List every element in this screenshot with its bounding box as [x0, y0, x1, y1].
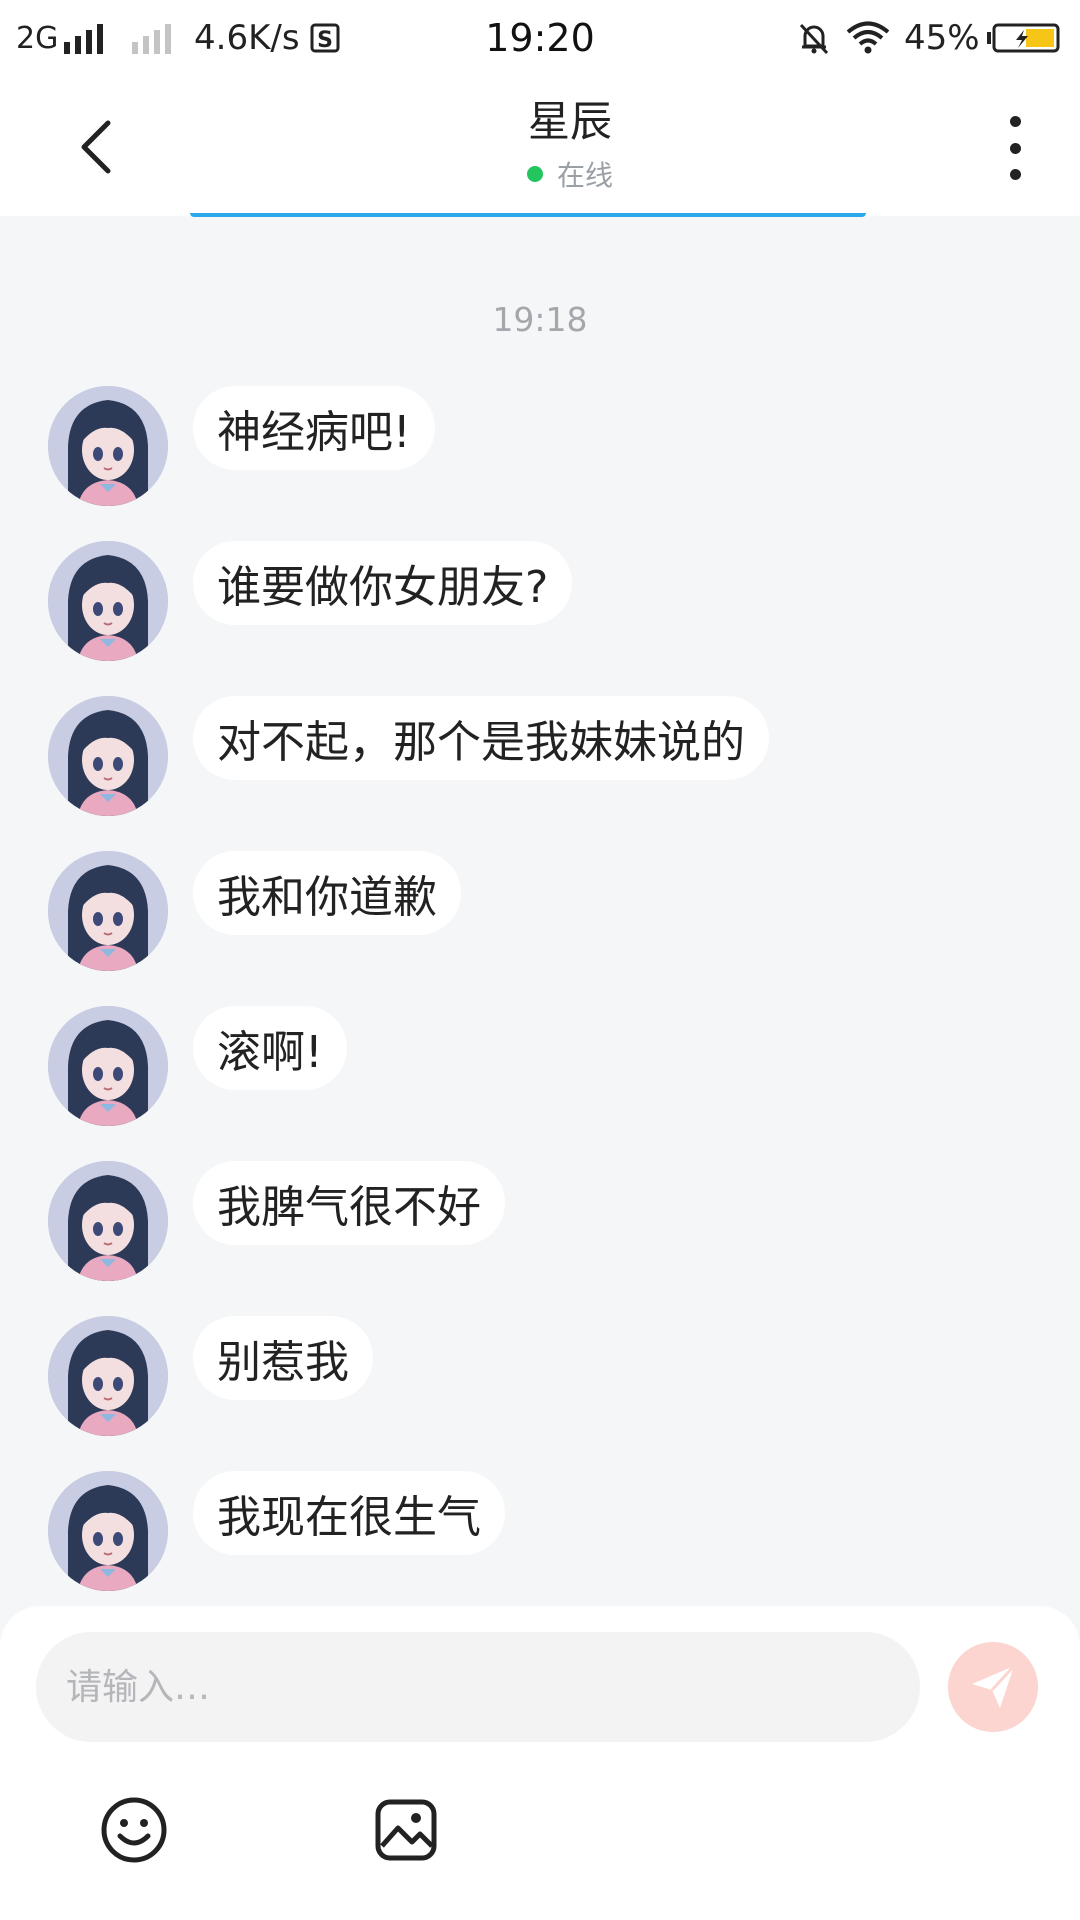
avatar[interactable]: [48, 696, 168, 816]
online-status-text: 在线: [556, 159, 613, 192]
message-row: 神经病吧!: [48, 386, 1048, 510]
avatar[interactable]: [48, 541, 168, 661]
more-vertical-icon: [1009, 116, 1021, 127]
avatar[interactable]: [48, 1316, 168, 1436]
message-composer: [0, 1606, 1080, 1920]
message-row: 我和你道歉: [48, 851, 1048, 975]
send-icon: [972, 1664, 1016, 1708]
battery-percent: 45%: [904, 18, 980, 58]
message-row: 谁要做你女朋友?: [48, 541, 1048, 665]
battery-charging-icon: [986, 14, 1062, 62]
emoji-button[interactable]: [98, 1794, 170, 1866]
message-bubble[interactable]: 滚啊!: [193, 1006, 347, 1090]
more-options-button[interactable]: [1000, 116, 1030, 180]
wifi-icon: [846, 14, 890, 62]
message-input[interactable]: [36, 1632, 920, 1742]
message-bubble[interactable]: 谁要做你女朋友?: [193, 541, 573, 625]
online-status: 在线: [60, 154, 1080, 194]
avatar[interactable]: [48, 1471, 168, 1591]
message-row: 滚啊!: [48, 1006, 1048, 1130]
message-bubble[interactable]: 我脾气很不好: [193, 1161, 505, 1245]
chat-header: 星辰 在线: [0, 76, 1080, 216]
image-button[interactable]: [370, 1794, 442, 1866]
message-bubble[interactable]: 神经病吧!: [193, 386, 435, 470]
online-dot-icon: [526, 166, 543, 182]
send-button[interactable]: [948, 1642, 1038, 1732]
avatar[interactable]: [48, 386, 168, 506]
avatar[interactable]: [48, 851, 168, 971]
message-bubble[interactable]: 对不起，那个是我妹妹说的: [193, 696, 769, 780]
message-bubble[interactable]: 别惹我: [193, 1316, 373, 1400]
message-timestamp: 19:18: [492, 300, 588, 339]
header-title-block: 星辰 在线: [0, 96, 1080, 194]
contact-name: 星辰: [527, 97, 612, 146]
status-bar: 2G 4.6K/s S 19:20 45%: [0, 0, 1080, 76]
message-row: 别惹我: [48, 1316, 1048, 1440]
message-list[interactable]: 19:18 神经病吧! 谁要做你女朋友? 对不起，那个是我妹妹说的 我和你道歉 …: [0, 216, 1080, 1611]
message-bubble[interactable]: 我现在很生气: [193, 1471, 505, 1555]
smile-icon: [101, 1797, 167, 1863]
message-row: 对不起，那个是我妹妹说的: [48, 696, 1048, 820]
avatar[interactable]: [48, 1006, 168, 1126]
bell-off-icon: [796, 14, 832, 62]
message-bubble[interactable]: 我和你道歉: [193, 851, 461, 935]
chat-screen: 2G 4.6K/s S 19:20 45% 星辰 在线 19:18 神经病吧! …: [0, 0, 1080, 1920]
avatar[interactable]: [48, 1161, 168, 1281]
message-row: 我脾气很不好: [48, 1161, 1048, 1285]
message-row: 我现在很生气: [48, 1471, 1048, 1595]
image-icon: [375, 1799, 437, 1861]
